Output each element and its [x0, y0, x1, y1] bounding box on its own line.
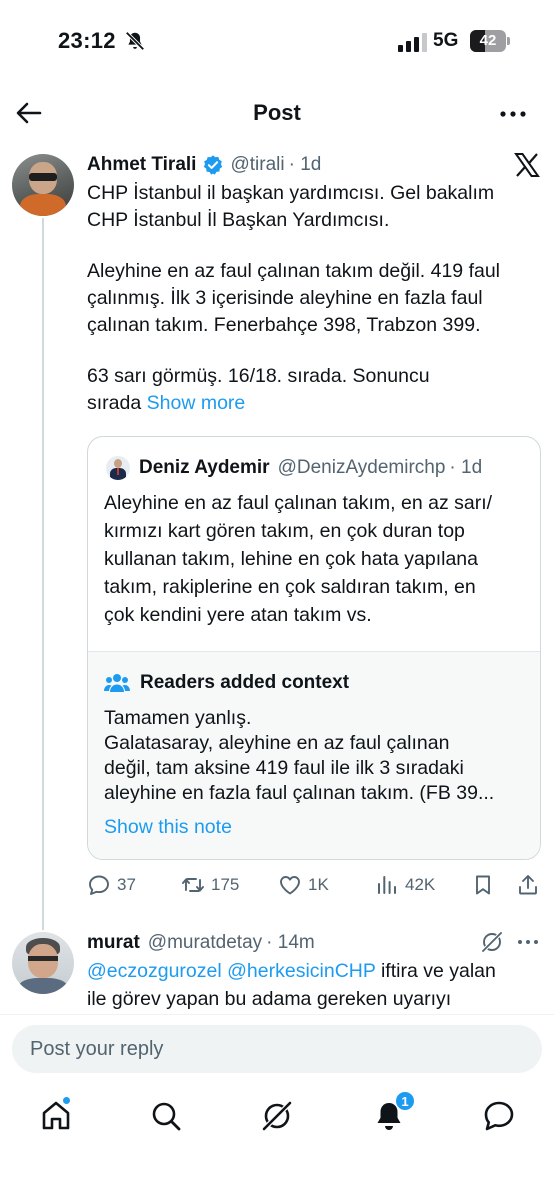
- quoted-post-card[interactable]: Deniz Aydemir @DenizAydemirchp · 1d Aley…: [87, 436, 541, 860]
- quoted-text-line: takım, rakiplerine en çok saldıran takım…: [104, 576, 476, 598]
- reply-icon: [89, 875, 109, 895]
- reply-input[interactable]: [30, 1025, 520, 1073]
- community-note: Readers added context Tamamen yanlış. Ga…: [88, 652, 540, 859]
- bookmark-button[interactable]: [471, 870, 501, 900]
- bookmark-icon: [476, 875, 490, 895]
- reply-timestamp: · 14m: [266, 932, 315, 953]
- like-count: 1K: [308, 875, 329, 894]
- reply-count: 37: [117, 875, 136, 894]
- grok-icon: [262, 1101, 292, 1131]
- show-this-note-link[interactable]: Show this note: [104, 816, 232, 839]
- nav-messages[interactable]: [481, 1098, 517, 1134]
- bell-slash-icon: [125, 31, 145, 51]
- reply-composer[interactable]: [12, 1025, 542, 1073]
- page-title: Post: [253, 100, 301, 125]
- community-note-body: Tamamen yanlış. Galatasaray, aleyhine en…: [104, 706, 494, 806]
- repost-count: 175: [211, 875, 240, 894]
- quoted-text-line: kırmızı kart gören takım, en çok duran t…: [104, 520, 465, 542]
- status-time: 23:12: [58, 28, 116, 53]
- heart-icon: [280, 876, 300, 895]
- ellipsis-icon[interactable]: [498, 102, 528, 126]
- top-nav-header: Post: [0, 84, 554, 144]
- x-logo-icon[interactable]: [514, 152, 540, 178]
- reply-text-line: @eczozgurozel @herkesicinCHP iftira ve y…: [87, 957, 496, 985]
- home-unread-dot: [62, 1096, 71, 1105]
- post-text-line: CHP İstanbul İl Başkan Yardımcısı.: [87, 209, 390, 231]
- quoted-text-line: kullanan takım, lehine en çok hata yapıl…: [104, 548, 478, 570]
- views-button[interactable]: 42K: [375, 870, 435, 900]
- battery-icon: 42: [470, 30, 510, 52]
- nav-grok[interactable]: [259, 1098, 295, 1134]
- nav-home[interactable]: [38, 1096, 74, 1134]
- grok-icon[interactable]: [480, 930, 504, 954]
- reply-body: @eczozgurozel @herkesicinCHP iftira ve y…: [87, 957, 496, 1013]
- quoted-author-row: Deniz Aydemir @DenizAydemirchp · 1d: [106, 455, 482, 481]
- post-body: CHP İstanbul il başkan yardımcısı. Gel b…: [87, 180, 537, 417]
- quoted-text-line: Aleyhine en az faul çalınan takım, en az…: [104, 492, 493, 514]
- network-type: 5G: [433, 30, 459, 51]
- reply-author-row: murat @muratdetay · 14m: [87, 930, 315, 956]
- messages-icon: [484, 1101, 514, 1131]
- mention-link[interactable]: @herkesicinCHP: [227, 960, 375, 982]
- reply-composer-bar: [0, 1014, 554, 1084]
- verified-badge-icon: [204, 155, 223, 175]
- mention-link[interactable]: @eczozgurozel: [87, 960, 222, 982]
- repost-button[interactable]: 175: [181, 870, 239, 900]
- repost-icon: [182, 878, 204, 892]
- quoted-author-avatar: [106, 456, 130, 480]
- post-text-line-last: sırada Show more: [87, 390, 537, 417]
- reply-text-fragment: iftira ve yalan: [375, 960, 496, 982]
- share-button[interactable]: [516, 870, 546, 900]
- post-author-row: Ahmet Tirali @tirali · 1d: [87, 151, 321, 179]
- post-text-line: 63 sarı görmüş. 16/18. sırada. Sonuncu: [87, 365, 430, 387]
- nav-notifications[interactable]: 1: [371, 1091, 415, 1134]
- battery-percent: 42: [479, 32, 497, 49]
- reply-author-name[interactable]: murat: [87, 932, 140, 954]
- post-text-line: Aleyhine en az faul çalınan takım değil.…: [87, 260, 501, 282]
- post-author-avatar[interactable]: [12, 154, 74, 216]
- notification-badge: 1: [395, 1091, 415, 1111]
- status-bar: 23:12 5G 42: [0, 0, 554, 84]
- search-icon: [152, 1102, 181, 1131]
- quoted-text-line: çok kendini yere atan takım vs.: [104, 604, 372, 626]
- thread-connector-line: [42, 218, 44, 930]
- signal-bars-icon: [398, 33, 427, 52]
- post-author-name[interactable]: Ahmet Tirali: [87, 154, 196, 176]
- share-icon: [519, 875, 537, 895]
- reply-ellipsis-icon[interactable]: [516, 932, 540, 952]
- post-text-line: CHP İstanbul il başkan yardımcısı. Gel b…: [87, 182, 495, 204]
- note-text-line: Tamamen yanlış.: [104, 707, 252, 729]
- nav-search[interactable]: [148, 1098, 184, 1134]
- reply-button[interactable]: 37: [87, 870, 136, 900]
- like-button[interactable]: 1K: [278, 870, 329, 900]
- show-more-link[interactable]: Show more: [147, 392, 246, 414]
- community-note-title: Readers added context: [140, 672, 350, 693]
- note-text-line: Galatasaray, aleyhine en az faul çalınan: [104, 732, 450, 754]
- people-icon: [104, 674, 130, 692]
- quoted-author-handle: @DenizAydemirchp: [277, 457, 446, 478]
- quoted-post-body: Aleyhine en az faul çalınan takım, en az…: [104, 489, 492, 629]
- post-action-bar: 37 175 1K 42K: [87, 870, 547, 900]
- views-count: 42K: [405, 875, 436, 894]
- bottom-navigation: 1: [0, 1084, 554, 1200]
- reply-author-avatar[interactable]: [12, 932, 74, 994]
- post-text-line: çalınmış. İlk 3 içerisinde aleyhine en f…: [87, 287, 483, 309]
- note-text-line: aleyhine en fazla faul çalınan takım. (F…: [104, 782, 495, 804]
- community-note-header: Readers added context: [104, 670, 349, 696]
- quoted-timestamp: · 1d: [449, 457, 483, 478]
- note-text-line: değil, tam aksine 419 faul ile ilk 3 sır…: [104, 757, 464, 779]
- reply-author-handle[interactable]: @muratdetay: [148, 932, 262, 954]
- reply-text-line: ile görev yapan bu adama gereken uyarıyı: [87, 988, 452, 1010]
- post-text-line: çalınan takım. Fenerbahçe 398, Trabzon 3…: [87, 314, 481, 336]
- post-timestamp: · 1d: [288, 154, 322, 175]
- post-author-handle[interactable]: @tirali: [230, 154, 284, 176]
- analytics-icon: [378, 876, 396, 894]
- post-text-fragment: sırada: [87, 392, 142, 414]
- quoted-author-name: Deniz Aydemir: [139, 457, 270, 478]
